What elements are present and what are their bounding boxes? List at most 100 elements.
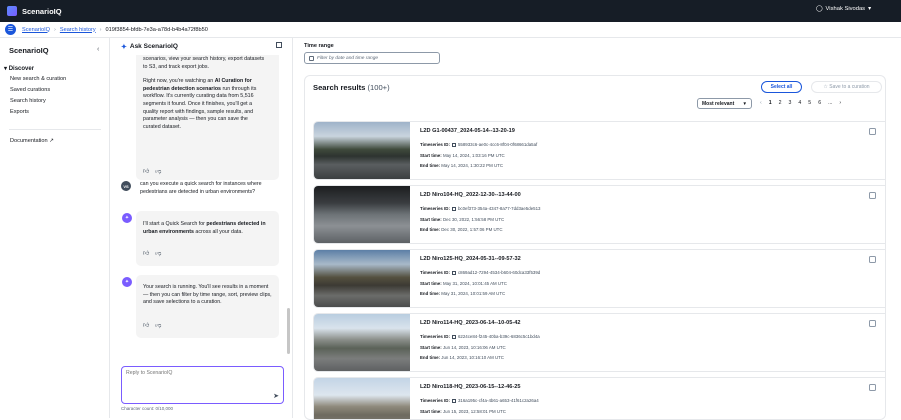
message-line: parameter analysis — then you can save t… bbox=[143, 116, 248, 123]
thumbs-down-icon[interactable]: 👎︎ bbox=[155, 323, 161, 331]
copy-icon[interactable] bbox=[451, 270, 456, 275]
chat-input[interactable] bbox=[126, 370, 276, 390]
timeseries-label: Timeseries ID: bbox=[420, 206, 450, 211]
user-icon: ◯ bbox=[816, 6, 823, 12]
thumbs-down-icon[interactable]: 👎︎ bbox=[155, 251, 161, 259]
start-value: May 14, 2024, 1:03:16 PM UTC bbox=[442, 153, 505, 158]
end-time: End time: Dec 30, 2022, 1:57:06 PM UTC bbox=[420, 227, 503, 232]
message-text: Right now, you're watching an bbox=[143, 78, 215, 85]
sort-select[interactable]: Most relevant ▼ bbox=[697, 98, 752, 109]
user-menu[interactable]: ◯ Vishak Sivodas ▾ bbox=[816, 6, 871, 12]
result-title: L2D G1-00437_2024-05-14--13-20-19 bbox=[420, 128, 515, 134]
select-checkbox[interactable] bbox=[869, 128, 876, 135]
timeseries-id: Timeseries ID: 558933c6-ae0c-4cc6-8f04-0f… bbox=[420, 142, 537, 147]
chat-input-box: ➤ bbox=[121, 366, 284, 404]
breadcrumb-home[interactable]: ScenarioIQ bbox=[22, 27, 50, 33]
copy-icon[interactable] bbox=[451, 334, 456, 339]
prev-page-icon[interactable]: ‹ bbox=[760, 100, 762, 106]
sidebar-item-saved-curations[interactable]: Saved curations bbox=[10, 87, 50, 93]
results-title: Search results (100+) bbox=[313, 83, 390, 92]
message-line: segments it found. Once it finishes, you… bbox=[143, 100, 253, 107]
thumbs-up-icon[interactable]: 👍︎ bbox=[143, 323, 149, 331]
assistant-message: I'll start a Quick Search for pedestrian… bbox=[136, 211, 279, 266]
select-all-button[interactable]: Select all bbox=[761, 81, 802, 93]
expand-icon[interactable] bbox=[276, 42, 282, 48]
chevron-down-icon: ▾ bbox=[868, 6, 871, 12]
pagination: ‹ 1 2 3 4 5 6 ... › bbox=[760, 100, 841, 106]
end-value: Dec 30, 2022, 1:57:06 PM UTC bbox=[441, 227, 503, 232]
timeseries-id: Timeseries ID: 6224ce84-f245-40ba-b39c-68… bbox=[420, 334, 540, 339]
select-checkbox[interactable] bbox=[869, 320, 876, 327]
collapse-sidebar-icon[interactable]: ‹ bbox=[97, 46, 99, 53]
end-value: May 31, 2024, 10:01:59 AM UTC bbox=[441, 291, 506, 296]
sort-value: Most relevant bbox=[702, 100, 735, 107]
result-card[interactable]: L2D Niro125-HQ_2024-05-31--09-57-32 Time… bbox=[313, 249, 885, 308]
start-time: Start time: Jun 15, 2023, 12:58:01 PM UT… bbox=[420, 409, 506, 414]
chat-scrollbar[interactable] bbox=[287, 308, 290, 354]
video-thumbnail[interactable] bbox=[314, 250, 410, 307]
star-icon: ☆ bbox=[823, 84, 828, 90]
page-3[interactable]: 3 bbox=[789, 100, 792, 106]
start-label: Start time: bbox=[420, 409, 442, 414]
result-card[interactable]: L2D Niro104-HQ_2022-12-30--13-44-00 Time… bbox=[313, 185, 885, 244]
message-line: curated dataset. bbox=[143, 123, 181, 130]
message-line: workflow. It's currently curating data f… bbox=[143, 93, 254, 100]
sidebar-section-discover[interactable]: ▾ Discover bbox=[4, 65, 34, 72]
video-thumbnail[interactable] bbox=[314, 314, 410, 371]
time-range-input[interactable]: Filter by date and time range bbox=[304, 52, 440, 64]
breadcrumb-current: 019f3854-bfdb-7e3a-a78d-b4b4a72f8b50 bbox=[105, 26, 208, 33]
external-link-icon: ↗ bbox=[49, 138, 54, 144]
page-4[interactable]: 4 bbox=[798, 100, 801, 106]
start-label: Start time: bbox=[420, 281, 442, 286]
result-card[interactable]: L2D G1-00437_2024-05-14--13-20-19 Timese… bbox=[313, 121, 885, 180]
page-2[interactable]: 2 bbox=[779, 100, 782, 106]
page-5[interactable]: 5 bbox=[808, 100, 811, 106]
sidebar-item-new-search[interactable]: New search & curation bbox=[10, 76, 66, 82]
user-avatar: VS bbox=[121, 181, 131, 191]
message-text: across all your data. bbox=[193, 228, 243, 235]
select-checkbox[interactable] bbox=[869, 384, 876, 391]
breadcrumb-search-history[interactable]: Search history bbox=[60, 27, 96, 33]
select-checkbox[interactable] bbox=[869, 192, 876, 199]
app-title[interactable]: ScenarioIQ bbox=[22, 7, 62, 16]
page-6[interactable]: 6 bbox=[818, 100, 821, 106]
feedback-buttons: 👍︎ 👎︎ bbox=[143, 323, 161, 331]
timeseries-value: 558933c6-ae0c-4cc6-8f04-0f68661da5af bbox=[457, 142, 538, 147]
save-to-curation-button[interactable]: ☆ Save to a curation bbox=[811, 81, 882, 93]
divider bbox=[9, 129, 101, 130]
message-bold: AI Curation for bbox=[214, 78, 252, 85]
calendar-icon bbox=[309, 55, 314, 61]
time-range-placeholder: Filter by date and time range bbox=[317, 55, 379, 61]
video-thumbnail[interactable] bbox=[314, 186, 410, 243]
video-thumbnail[interactable] bbox=[314, 122, 410, 179]
send-icon[interactable]: ➤ bbox=[273, 392, 279, 400]
sidebar-item-search-history[interactable]: Search history bbox=[10, 98, 46, 104]
thumbs-up-icon[interactable]: 👍︎ bbox=[143, 251, 149, 259]
app-logo-icon bbox=[7, 6, 17, 16]
thumbs-down-icon[interactable]: 👎︎ bbox=[155, 169, 161, 177]
end-label: End time: bbox=[420, 227, 441, 232]
end-label: End time: bbox=[420, 163, 441, 168]
next-page-icon[interactable]: › bbox=[839, 100, 841, 106]
save-to-curation-label: Save to a curation bbox=[829, 84, 870, 90]
page-ellipsis: ... bbox=[828, 100, 833, 106]
timeseries-label: Timeseries ID: bbox=[420, 398, 450, 403]
end-time: End time: Jun 14, 2023, 10:16:10 AM UTC bbox=[420, 355, 504, 360]
thumbs-up-icon[interactable]: 👍︎ bbox=[143, 169, 149, 177]
result-card[interactable]: L2D Niro118-HQ_2023-06-15--12-46-25 Time… bbox=[313, 377, 885, 419]
sidebar-title: ScenarioIQ bbox=[9, 46, 49, 55]
chat-header: ✦ Ask ScenarioIQ bbox=[111, 38, 292, 55]
page-1[interactable]: 1 bbox=[769, 100, 772, 106]
sidebar: ScenarioIQ ‹ ▾ Discover New search & cur… bbox=[0, 38, 110, 418]
sidebar-item-documentation[interactable]: Documentation ↗ bbox=[10, 138, 54, 144]
sidebar-item-exports[interactable]: Exports bbox=[10, 109, 29, 115]
start-time: Start time: Dec 30, 2022, 1:56:58 PM UTC bbox=[420, 217, 504, 222]
select-checkbox[interactable] bbox=[869, 256, 876, 263]
video-thumbnail[interactable] bbox=[314, 378, 410, 419]
menu-icon[interactable]: ☰ bbox=[5, 24, 16, 35]
message-text: I'll start a Quick Search for pedestrian… bbox=[143, 221, 272, 236]
result-card[interactable]: L2D Niro114-HQ_2023-06-14--10-05-42 Time… bbox=[313, 313, 885, 372]
copy-icon[interactable] bbox=[451, 206, 456, 211]
copy-icon[interactable] bbox=[451, 398, 456, 403]
copy-icon[interactable] bbox=[451, 142, 456, 147]
